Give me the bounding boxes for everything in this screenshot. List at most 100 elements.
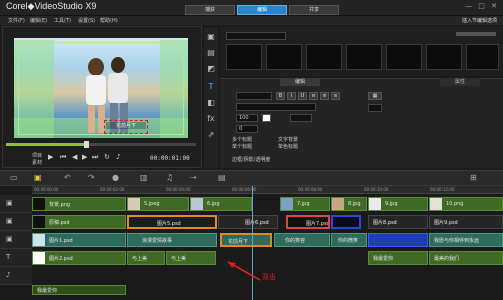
audio-clip[interactable]: 我最爱你 [32, 285, 126, 295]
align-center-button[interactable]: ≡ [320, 92, 329, 100]
timeline-clip[interactable]: 图片5.psd [127, 215, 217, 229]
timeline-clip[interactable]: 5.jpeg [127, 197, 189, 211]
underline-button[interactable]: U [298, 92, 307, 100]
timeline-clip[interactable]: 浪漫爱情故事 [127, 233, 217, 247]
line-spacing-field[interactable] [290, 114, 312, 122]
step-tab-capture[interactable]: 捕获 [185, 5, 235, 15]
motion-icon[interactable]: ⇢ [190, 173, 197, 182]
tab-edit[interactable]: 编辑 [280, 78, 320, 86]
graphic-icon[interactable]: ◧ [206, 98, 216, 108]
repeat-icon[interactable]: ↻ [104, 153, 110, 161]
option-single-title[interactable]: 单个标题 [232, 143, 252, 150]
timeline-clip[interactable] [368, 233, 428, 247]
title-preset-thumb[interactable] [226, 44, 262, 70]
color-swatch[interactable] [262, 114, 271, 122]
preview-mode-project[interactable]: 项目 [32, 152, 42, 159]
play-icon[interactable]: ▶ [48, 153, 53, 161]
track-header-overlay1[interactable] [0, 213, 32, 231]
scrubber-handle[interactable] [84, 141, 89, 148]
title-preset-thumb[interactable] [466, 44, 499, 70]
timeline-clip[interactable]: 我最爱你 [368, 251, 428, 265]
end-icon[interactable]: ⏭ [92, 153, 98, 162]
title-preset-thumb[interactable] [306, 44, 342, 70]
timeline-clip[interactable]: 图片1.psd [32, 233, 126, 247]
timeline-clip[interactable]: 原稿.psd [32, 215, 126, 229]
fx-icon[interactable]: fx [206, 114, 216, 124]
bold-button[interactable]: B [276, 92, 285, 100]
menu-file[interactable]: 文件(F) [8, 17, 25, 24]
mixer-icon[interactable]: ▥ [140, 173, 148, 182]
title-preset-thumb[interactable] [426, 44, 462, 70]
auto-music-icon[interactable]: ♫ [166, 173, 173, 182]
path-icon[interactable]: ⇗ [206, 130, 216, 140]
transition-icon[interactable]: ◩ [206, 64, 216, 74]
timeline-clip[interactable]: 最美的我们 [429, 251, 503, 265]
track-header-title[interactable] [0, 249, 32, 267]
step-tab-edit[interactable]: 编辑 [237, 5, 287, 15]
timeline-clip[interactable]: 图片7.psd [286, 215, 330, 229]
timeline-clip[interactable]: 与上美 [166, 251, 216, 265]
track-header-video[interactable] [0, 195, 32, 213]
subtitle-icon[interactable]: ▤ [218, 173, 226, 182]
option-multi-title[interactable]: 多个标题 [232, 136, 252, 143]
title-preset-thumb[interactable] [386, 44, 422, 70]
tab-attributes[interactable]: 属性 [440, 78, 480, 86]
font-dropdown[interactable] [236, 103, 316, 111]
preview-mode-clip[interactable]: 素材 [32, 159, 42, 166]
instant-project-icon[interactable]: ▤ [206, 48, 216, 58]
prev-frame-icon[interactable]: ◀ [72, 153, 77, 161]
timeline-clip[interactable]: 我愿与你相伴到永远 [429, 233, 503, 247]
menu-tools[interactable]: 工具(T) [54, 17, 71, 24]
align-right-button[interactable]: ≡ [331, 92, 340, 100]
preview-title-text[interactable]: 花前月下 [106, 122, 146, 129]
timeline-clip[interactable]: 与上美 [127, 251, 165, 265]
align-field[interactable] [368, 104, 382, 112]
timeline-clip[interactable]: 图片2.psd [32, 251, 126, 265]
option-border-shadow[interactable]: 边框/阴影/透明度 [232, 156, 270, 163]
zoom-fit-icon[interactable]: ⊞ [470, 173, 477, 182]
timeline-clip[interactable]: 图片6.psd [218, 215, 278, 229]
track-header-overlay2[interactable] [0, 231, 32, 249]
track-header-audio[interactable] [0, 267, 32, 285]
home-icon[interactable]: ⏮ [60, 153, 66, 162]
font-size-field[interactable]: 100 [236, 114, 258, 122]
align-grid-icon[interactable]: ▦ [368, 92, 382, 100]
timeline-clip[interactable]: 6.jpg [190, 197, 252, 211]
option-solid-title[interactable]: 单色标题 [278, 143, 298, 150]
timeline-clip[interactable]: 图片9.psd [429, 215, 503, 229]
menu-settings[interactable]: 设置(S) [78, 17, 95, 24]
menu-help[interactable]: 帮助(H) [100, 17, 118, 24]
timeline-view-icon[interactable]: ▣ [34, 173, 42, 182]
angle-field[interactable]: 0 [236, 125, 258, 133]
timeline-clip[interactable]: 9.jpg [368, 197, 428, 211]
timeline-clip[interactable]: 7.jpg [280, 197, 330, 211]
storyboard-view-icon[interactable]: ▭ [10, 173, 18, 182]
timeline-clip[interactable]: 8.jpg [331, 197, 367, 211]
undo-icon[interactable]: ↶ [64, 173, 71, 182]
timeline-clip[interactable]: 背景.png [32, 197, 126, 211]
duration-field[interactable] [236, 92, 272, 100]
menu-edit[interactable]: 编辑(E) [30, 17, 47, 24]
record-icon[interactable]: ● [112, 173, 119, 182]
timeline-clip-selected[interactable]: 花前月下 [220, 233, 272, 247]
timeline-clip[interactable] [331, 215, 361, 229]
step-tab-share[interactable]: 共享 [289, 5, 339, 15]
window-controls[interactable]: — □ ✕ [465, 2, 499, 10]
volume-icon[interactable]: ♪ [116, 153, 120, 161]
timecode-display[interactable]: 00:00:01:00 [150, 155, 190, 162]
title-preset-thumb[interactable] [266, 44, 302, 70]
title-icon[interactable]: T [206, 82, 216, 92]
timeline-clip[interactable]: 你的微笑 [331, 233, 367, 247]
zoom-slider[interactable] [456, 32, 496, 36]
italic-button[interactable]: I [287, 92, 296, 100]
library-dropdown[interactable] [226, 32, 286, 40]
timeline-clip[interactable]: 你的笑容 [274, 233, 330, 247]
option-text-bg[interactable]: 文字背景 [278, 136, 298, 143]
align-left-button[interactable]: ≡ [309, 92, 318, 100]
media-icon[interactable]: ▣ [206, 32, 216, 42]
redo-icon[interactable]: ↷ [88, 173, 95, 182]
title-preset-thumb[interactable] [346, 44, 382, 70]
timeline-clip[interactable]: 10.png [429, 197, 503, 211]
timeline-clip[interactable]: 图片8.psd [368, 215, 428, 229]
next-frame-icon[interactable]: ▶ [82, 153, 87, 161]
